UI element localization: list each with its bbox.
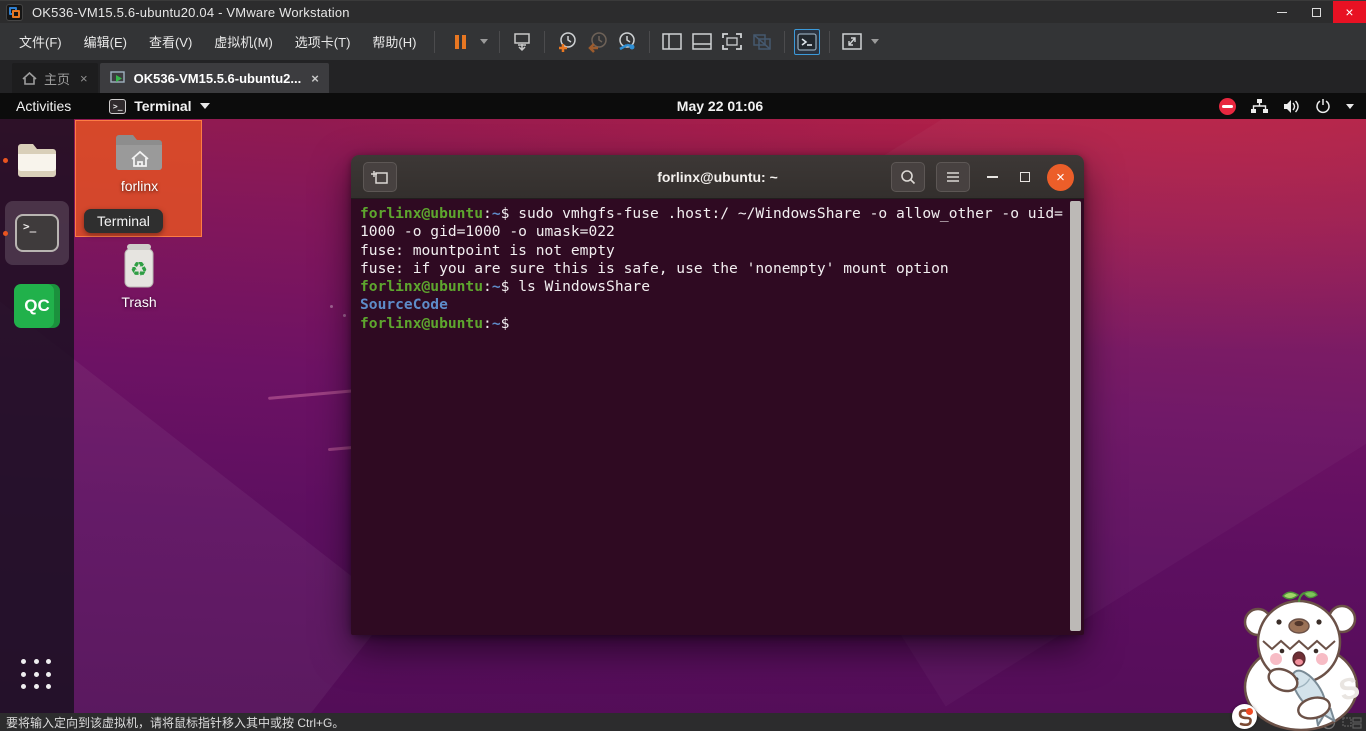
terminal-window: forlinx@ubuntu: ~ × forlinx@ubuntu:~$ su… xyxy=(351,155,1084,635)
window-maximize-button[interactable] xyxy=(1299,1,1333,24)
clock-label[interactable]: May 22 01:06 xyxy=(74,98,1366,114)
files-icon xyxy=(18,144,56,177)
menu-list: 文件(F) 编辑(E) 查看(V) 虚拟机(M) 选项卡(T) 帮助(H) xyxy=(8,26,427,57)
pause-dropdown-icon[interactable] xyxy=(480,39,489,44)
terminal-line: fuse: mountpoint is not empty xyxy=(360,241,615,259)
svg-text:>_: >_ xyxy=(23,220,37,233)
take-snapshot-icon[interactable] xyxy=(554,29,580,55)
terminal-line: forlinx@ubuntu:~$ ls WindowsShare xyxy=(360,278,650,296)
terminal-line: 1000 -o gid=1000 -o umask=022 xyxy=(360,223,615,241)
menu-button[interactable] xyxy=(936,162,970,192)
pause-vm-icon[interactable] xyxy=(448,29,474,55)
show-applications-button[interactable] xyxy=(21,659,53,691)
vmware-tabbar: 主页 × OK536-VM15.5.6-ubuntu2... × xyxy=(0,60,1366,93)
vmware-titlebar: OK536-VM15.5.6-ubuntu20.04 - VMware Work… xyxy=(0,0,1366,24)
tab-home-label: 主页 xyxy=(44,71,71,87)
do-not-disturb-icon xyxy=(1219,97,1236,115)
terminal-dock-icon: >_ xyxy=(15,214,59,252)
show-thumbnail-bar-icon[interactable] xyxy=(689,29,715,55)
home-icon xyxy=(22,71,37,85)
terminal-scrollbar[interactable] xyxy=(1070,201,1081,631)
tab-vm[interactable]: OK536-VM15.5.6-ubuntu2... × xyxy=(99,63,329,93)
wired-network-icon[interactable] xyxy=(1251,98,1268,114)
show-library-icon[interactable] xyxy=(659,29,685,55)
dock: >_ QC xyxy=(0,119,74,713)
terminal-close-button[interactable]: × xyxy=(1047,163,1074,191)
search-button[interactable] xyxy=(891,162,925,192)
system-menu-caret-icon[interactable] xyxy=(1346,103,1354,109)
terminal-output: forlinx@ubuntu:~$ sudo vmhgfs-fuse .host… xyxy=(360,205,1063,333)
terminal-line: forlinx@ubuntu:~$ xyxy=(360,314,519,332)
window-close-button[interactable]: × xyxy=(1333,0,1366,24)
virtual-console-icon[interactable] xyxy=(794,28,821,55)
svg-text:♻: ♻ xyxy=(130,257,148,281)
ubuntu-desktop: >_ QC forlinx Terminal ♻ Trash forlinx@u… xyxy=(0,119,1366,713)
tab-vm-label: OK536-VM15.5.6-ubuntu2... xyxy=(133,70,302,86)
menu-item[interactable]: 虚拟机(M) xyxy=(203,26,284,57)
vmware-workstation-window: OK536-VM15.5.6-ubuntu20.04 - VMware Work… xyxy=(0,0,1366,731)
vmware-logo-icon xyxy=(6,3,23,21)
home-folder-icon xyxy=(115,135,162,170)
hamburger-icon xyxy=(947,172,959,182)
tab-vm-close-icon[interactable]: × xyxy=(311,71,319,86)
menu-item[interactable]: 文件(F) xyxy=(8,26,73,57)
activities-button[interactable]: Activities xyxy=(0,98,87,114)
tab-home[interactable]: 主页 × xyxy=(12,63,98,93)
app-menu-caret-icon xyxy=(199,103,210,109)
menu-item[interactable]: 选项卡(T) xyxy=(284,26,362,57)
dock-tooltip: Terminal xyxy=(84,209,163,233)
terminal-headerbar[interactable]: forlinx@ubuntu: ~ × xyxy=(351,155,1084,199)
window-minimize-button[interactable] xyxy=(1265,1,1299,24)
terminal-body[interactable]: forlinx@ubuntu:~$ sudo vmhgfs-fuse .host… xyxy=(351,199,1084,635)
power-icon[interactable] xyxy=(1315,98,1331,114)
terminal-app-icon: >_ xyxy=(109,98,127,114)
new-tab-button[interactable] xyxy=(363,162,397,192)
statusbar-hint: 要将输入定向到该虚拟机，请将鼠标指针移入其中或按 Ctrl+G。 xyxy=(6,715,345,730)
sogou-mascot-bear[interactable]: S xyxy=(1238,591,1366,731)
terminal-line: fuse: if you are sure this is safe, use … xyxy=(360,259,949,277)
focused-app-label: Terminal xyxy=(134,98,192,114)
desktop-icon-label: Trash xyxy=(121,294,157,310)
desktop-icon-trash[interactable]: ♻ Trash xyxy=(101,240,177,310)
dock-item-qc[interactable]: QC xyxy=(0,274,74,338)
dock-item-files[interactable] xyxy=(0,128,74,192)
sogou-input-tray-icon[interactable] xyxy=(1232,704,1257,729)
gnome-topbar: Activities >_ Terminal May 22 01:06 xyxy=(0,93,1366,119)
menu-item[interactable]: 编辑(E) xyxy=(73,26,138,57)
dock-item-terminal[interactable]: >_ xyxy=(3,201,69,265)
enter-fullscreen-icon[interactable] xyxy=(719,29,745,55)
vmware-menubar: 文件(F) 编辑(E) 查看(V) 虚拟机(M) 选项卡(T) 帮助(H) xyxy=(0,23,1366,60)
menu-item[interactable]: 查看(V) xyxy=(138,26,203,57)
focused-app-menu[interactable]: >_ Terminal xyxy=(109,98,210,114)
running-indicator-dot xyxy=(3,231,8,236)
running-indicator-dot xyxy=(3,158,8,163)
vmware-statusbar: 要将输入定向到该虚拟机，请将鼠标指针移入其中或按 Ctrl+G。 xyxy=(0,713,1366,731)
qc-app-icon: QC xyxy=(14,284,60,328)
send-ctrl-alt-del-icon[interactable] xyxy=(509,29,535,55)
vm-screen-icon xyxy=(109,71,125,83)
manage-snapshots-icon[interactable] xyxy=(614,29,640,55)
terminal-title: forlinx@ubuntu: ~ xyxy=(657,168,778,185)
fit-guest-icon[interactable] xyxy=(839,29,865,55)
tab-home-close-icon[interactable]: × xyxy=(80,71,88,86)
terminal-minimize-button[interactable] xyxy=(981,162,1003,192)
revert-snapshot-icon[interactable] xyxy=(584,29,610,55)
terminal-maximize-button[interactable] xyxy=(1014,162,1036,192)
window-title: OK536-VM15.5.6-ubuntu20.04 - VMware Work… xyxy=(32,4,350,20)
menu-item[interactable]: 帮助(H) xyxy=(361,26,427,57)
search-icon xyxy=(901,170,916,185)
vmware-toolbar xyxy=(446,28,883,55)
terminal-line: SourceCode xyxy=(360,296,448,314)
desktop-icon-label: forlinx xyxy=(120,178,159,194)
trash-icon: ♻ xyxy=(124,244,154,288)
unity-mode-icon xyxy=(749,29,775,55)
volume-icon[interactable] xyxy=(1283,99,1300,114)
fit-guest-dropdown-icon[interactable] xyxy=(871,39,880,44)
terminal-line: forlinx@ubuntu:~$ sudo vmhgfs-fuse .host… xyxy=(360,205,1063,222)
